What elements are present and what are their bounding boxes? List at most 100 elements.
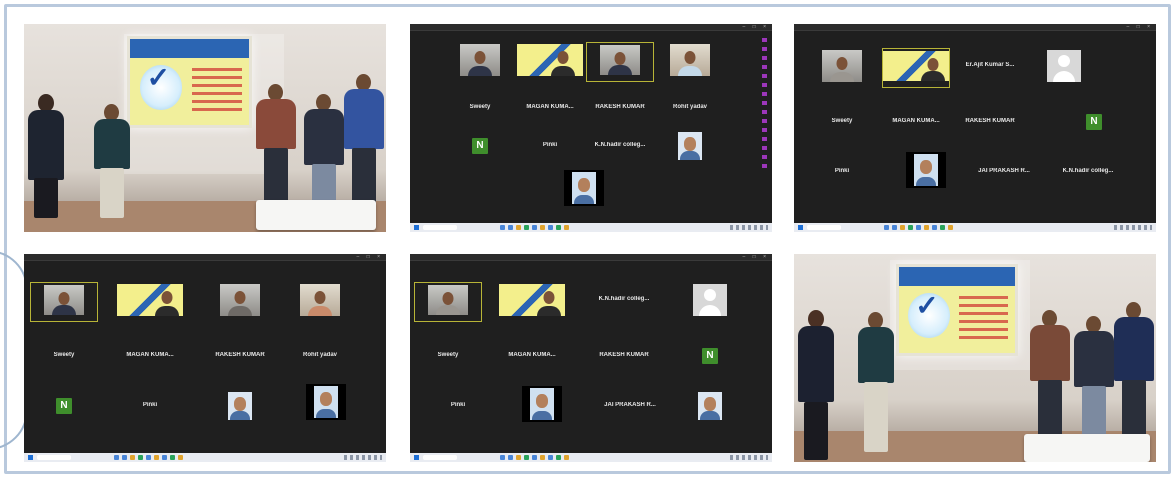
system-tray: [1114, 225, 1152, 230]
participant-name: Sweety: [437, 352, 459, 358]
table: [256, 200, 376, 230]
participant-name: Pinki: [834, 168, 850, 174]
participant-tile: Sweety: [30, 338, 98, 378]
participant-tile: [516, 42, 584, 82]
participant-name: K.N.hadir colleg...: [594, 142, 646, 148]
participant-tile: [508, 384, 576, 424]
participant-name: RAKESH KUMAR: [965, 118, 1015, 124]
participant-tile: JAI PRAKASH R...: [596, 388, 664, 428]
search-field: [423, 455, 457, 460]
participant-tile: [292, 382, 360, 422]
participant-tile: [498, 282, 566, 322]
participant-tile: N: [446, 128, 514, 168]
participant-name: MAGAN KUMA...: [892, 118, 940, 124]
participant-name: RAKESH KUMAR: [595, 104, 645, 110]
participant-name: Sweety: [469, 104, 491, 110]
participant-tile: Pinki: [424, 388, 492, 428]
start-icon: [414, 455, 419, 460]
window-titlebar: – □ ×: [410, 254, 772, 261]
start-icon: [414, 225, 419, 230]
participant-name: Pinki: [450, 402, 466, 408]
participant-tile: RAKESH KUMAR: [206, 338, 274, 378]
participant-tile: K.N.hadir colleg...: [586, 128, 654, 168]
participant-tile: JAI PRAKASH R...: [970, 154, 1038, 194]
participant-name: K.N.hadir colleg...: [598, 296, 650, 302]
search-field: [423, 225, 457, 230]
participant-tile: Rohit yadav: [656, 90, 724, 130]
participant-tile: [808, 48, 876, 88]
participant-tile-active: [414, 282, 482, 322]
participant-tile: RAKESH KUMAR: [586, 90, 654, 130]
check-mark-icon: ✓: [146, 62, 171, 94]
participant-tile: [206, 282, 274, 322]
event-photo-1: ✓: [24, 24, 386, 232]
window-titlebar: – □ ×: [794, 24, 1156, 31]
participant-tile: RAKESH KUMAR: [590, 338, 658, 378]
system-tray: [730, 455, 768, 460]
participant-tile: [1030, 48, 1098, 88]
participant-tile: [206, 388, 274, 428]
participant-tile: Pinki: [116, 388, 184, 428]
participant-tile: [656, 128, 724, 168]
side-toolbar: [762, 38, 767, 168]
participant-tile: MAGAN KUMA...: [116, 338, 184, 378]
windows-taskbar: [24, 453, 386, 462]
start-icon: [28, 455, 33, 460]
start-icon: [798, 225, 803, 230]
participant-tile: [446, 42, 514, 82]
participant-tile: Sweety: [446, 90, 514, 130]
participant-tile: [656, 42, 724, 82]
avatar-placeholder: [1047, 50, 1081, 82]
participant-tile: K.N.hadir colleg...: [1054, 154, 1122, 194]
participant-tile: Sweety: [808, 104, 876, 144]
windows-taskbar: [410, 453, 772, 462]
participant-tile: RAKESH KUMAR: [956, 104, 1024, 144]
projected-poster: ✓: [127, 36, 252, 128]
zoom-screenshot-2: – □ × Er.Ajit Kumar S... Sweety MAGAN KU…: [794, 24, 1156, 232]
participant-tile: Pinki: [808, 154, 876, 194]
participant-tile: MAGAN KUMA...: [516, 90, 584, 130]
avatar-initial: N: [1086, 114, 1102, 130]
participant-tile: N: [30, 388, 98, 428]
participant-name: Sweety: [53, 352, 75, 358]
window-titlebar: – □ ×: [410, 24, 772, 31]
participant-tile: [676, 388, 744, 428]
event-photo-2: ✓: [794, 254, 1156, 462]
participant-tile: Sweety: [414, 338, 482, 378]
system-tray: [730, 225, 768, 230]
participant-tile: [892, 150, 960, 190]
participant-tile: Er.Ajit Kumar S...: [956, 48, 1024, 88]
zoom-screenshot-1: – □ × Sweety MAGAN KUMA... RAKESH KUMAR …: [410, 24, 772, 232]
avatar-initial: N: [472, 138, 488, 154]
participant-tile-active: [30, 282, 98, 322]
participant-name: K.N.hadir colleg...: [1062, 168, 1114, 174]
participant-tile: MAGAN KUMA...: [498, 338, 566, 378]
participant-tile: Rohit yadav: [286, 338, 354, 378]
participant-tile-active: [586, 42, 654, 82]
search-field: [807, 225, 841, 230]
participant-tile: MAGAN KUMA...: [882, 104, 950, 144]
windows-taskbar: [410, 223, 772, 232]
participant-name: Pinki: [542, 142, 558, 148]
participant-tile: [550, 168, 618, 208]
zoom-screenshot-4: – □ × K.N.hadir colleg... Sweety MAGAN K…: [410, 254, 772, 462]
avatar-initial: N: [702, 348, 718, 364]
participant-name: RAKESH KUMAR: [215, 352, 265, 358]
participant-name: Pinki: [142, 402, 158, 408]
check-mark-icon: ✓: [915, 290, 939, 322]
participant-name: MAGAN KUMA...: [126, 352, 174, 358]
participant-name: Rohit yadav: [302, 352, 337, 358]
table: [1024, 434, 1150, 462]
participant-name: RAKESH KUMAR: [599, 352, 649, 358]
participant-name: MAGAN KUMA...: [508, 352, 556, 358]
participant-name: JAI PRAKASH R...: [978, 168, 1030, 174]
participant-tile: [676, 282, 744, 322]
participant-name: Rohit yadav: [672, 104, 707, 110]
system-tray: [344, 455, 382, 460]
windows-taskbar: [794, 223, 1156, 232]
avatar-placeholder: [693, 284, 727, 316]
participant-tile: [116, 282, 184, 322]
zoom-screenshot-3: – □ × Sweety MAGAN KUMA... RAKESH KUMAR …: [24, 254, 386, 462]
participant-tile: Pinki: [516, 128, 584, 168]
search-field: [37, 455, 71, 460]
